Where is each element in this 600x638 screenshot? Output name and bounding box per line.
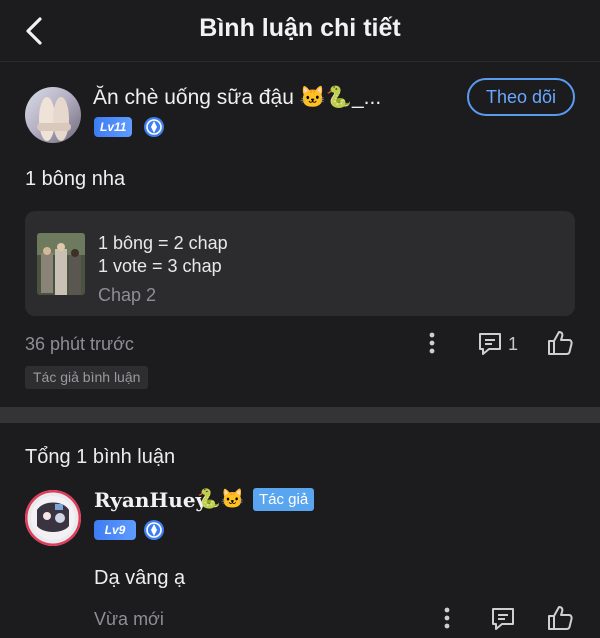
total-comments: Tổng 1 bình luận <box>25 446 176 468</box>
verified-icon <box>144 520 164 540</box>
reply-emojis: 🐍🐱 <box>197 489 245 510</box>
top-bar: Bình luận chi tiết <box>0 0 600 62</box>
level-badge: Lv11 <box>94 117 133 137</box>
reply-icon[interactable] <box>477 331 503 357</box>
card-line-2: 1 vote = 3 chap <box>98 256 222 276</box>
reply-count: 1 <box>508 334 519 354</box>
avatar[interactable] <box>25 87 81 143</box>
more-icon[interactable] <box>443 606 451 630</box>
level-badge: Lv9 <box>94 520 136 540</box>
card-chapter: Chap 2 <box>98 285 157 305</box>
reply-text: Dạ vâng ạ <box>94 567 186 589</box>
avatar[interactable] <box>25 490 81 546</box>
like-icon[interactable] <box>546 604 574 632</box>
follow-button[interactable]: Theo dõi <box>467 78 575 116</box>
author-badge: Tác giả <box>253 488 315 511</box>
like-icon[interactable] <box>546 329 574 357</box>
comment-time: 36 phút trước <box>25 334 134 354</box>
section-divider <box>0 407 600 423</box>
author-comment-tag: Tác giả bình luận <box>25 366 149 389</box>
reply-icon[interactable] <box>490 606 516 632</box>
more-icon[interactable] <box>428 331 436 355</box>
chapter-card[interactable]: 1 bông = 2 chap 1 vote = 3 chap Chap 2 <box>25 211 575 316</box>
reply-username[interactable]: RyanHuey <box>94 488 207 512</box>
comment-text: 1 bông nha <box>25 168 126 190</box>
chapter-thumbnail <box>37 233 85 295</box>
verified-icon <box>144 117 164 137</box>
page-title: Bình luận chi tiết <box>199 14 401 42</box>
username[interactable]: Ăn chè uống sữa đậu 🐱🐍_... <box>93 86 381 110</box>
card-line-1: 1 bông = 2 chap <box>98 233 228 253</box>
reply-time: Vừa mới <box>94 609 164 629</box>
